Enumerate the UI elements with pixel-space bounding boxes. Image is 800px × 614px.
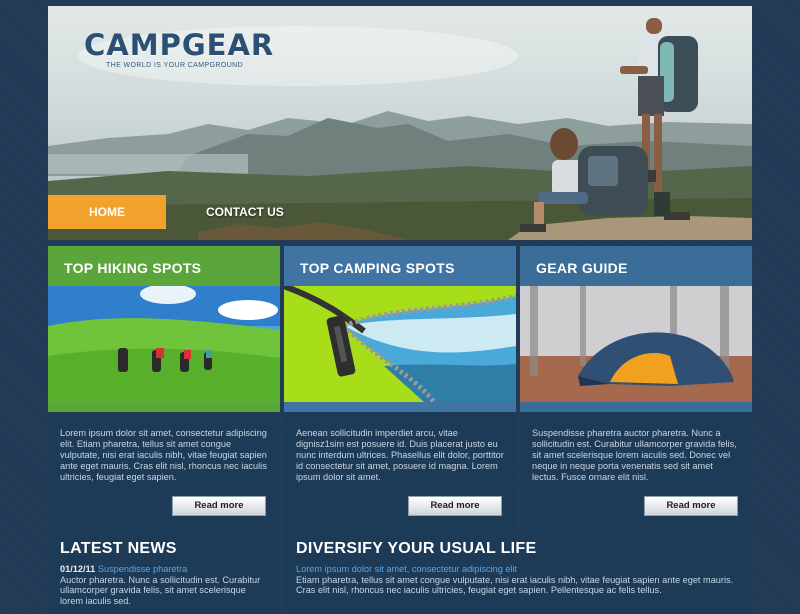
diversify-lead-link[interactable]: Lorem ipsum dolor sit amet, consectetur … [296,564,517,574]
hiking-image [48,286,280,402]
hero-banner: CAMPGEAR THE WORLD IS YOUR CAMPGROUND HO… [48,6,752,240]
camping-image [284,286,516,402]
diversify-text: Etiam pharetra, tellus sit amet congue v… [296,574,734,596]
main-nav: HOME CONTACT US [48,195,324,229]
column-top-camping-spots: TOP CAMPING SPOTS Aenean sollicitudin im… [284,246,516,536]
news-date: 01/12/11 [60,564,96,574]
column-title: GEAR GUIDE [520,246,752,286]
column-title: TOP CAMPING SPOTS [284,246,516,286]
diversify-panel: DIVERSIFY YOUR USUAL LIFE Lorem ipsum do… [284,534,752,614]
tent-photo [520,286,752,402]
column-top-hiking-spots: TOP HIKING SPOTS Lorem ipsum dolor sit a… [48,246,280,536]
news-text: Auctor pharetra. Nunc a sollicitudin est… [60,574,261,606]
latest-news-panel: LATEST NEWS 01/12/11 Suspendisse pharetr… [48,534,280,614]
column-accent-bar [520,402,752,412]
zipper-beach-photo [284,286,516,402]
column-title: TOP HIKING SPOTS [48,246,280,286]
column-gear-guide: GEAR GUIDE Suspendisse pharetra auctor p… [520,246,752,536]
gear-image [520,286,752,402]
nav-contact-us[interactable]: CONTACT US [166,195,324,229]
diversify-title: DIVERSIFY YOUR USUAL LIFE [296,540,537,557]
bottom-section: LATEST NEWS 01/12/11 Suspendisse pharetr… [48,534,752,614]
read-more-button[interactable]: Read more [172,496,266,516]
logo-tagline: THE WORLD IS YOUR CAMPGROUND [106,62,244,69]
column-text: Suspendisse pharetra auctor pharetra. Nu… [532,428,737,482]
diversify-body: Lorem ipsum dolor sit amet, consectetur … [284,564,752,596]
column-accent-bar [284,402,516,412]
column-text: Aenean sollicitudin imperdiet arcu, vita… [296,428,504,482]
column-accent-bar [48,402,280,412]
read-more-button[interactable]: Read more [408,496,502,516]
logo[interactable]: CAMPGEAR THE WORLD IS YOUR CAMPGROUND [84,28,274,69]
read-more-button[interactable]: Read more [644,496,738,516]
logo-text: CAMPGEAR [84,28,275,62]
column-text: Lorem ipsum dolor sit amet, consectetur … [60,428,267,482]
feature-columns: TOP HIKING SPOTS Lorem ipsum dolor sit a… [48,246,752,536]
nav-home[interactable]: HOME [48,195,166,229]
latest-news-title: LATEST NEWS [60,540,177,557]
news-headline-link[interactable]: Suspendisse pharetra [98,564,187,574]
hiking-photo [48,286,280,402]
